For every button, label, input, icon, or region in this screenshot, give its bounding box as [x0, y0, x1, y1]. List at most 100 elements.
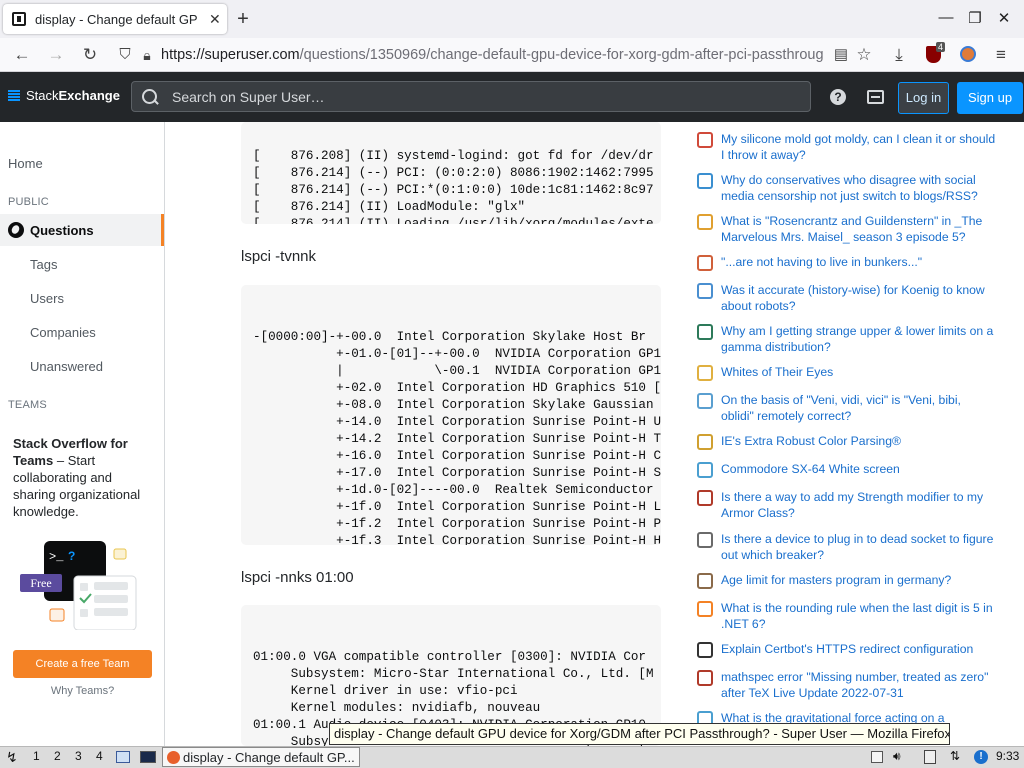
terminal-icon[interactable] — [140, 751, 156, 763]
svg-text:?: ? — [68, 549, 75, 563]
hot-question-item[interactable]: IE's Extra Robust Color Parsing® — [697, 433, 997, 450]
hot-question-link[interactable]: My silicone mold got moldy, can I clean … — [721, 131, 997, 163]
nav-unanswered[interactable]: Unanswered — [30, 359, 103, 374]
hot-question-item[interactable]: Commodore SX-64 White screen — [697, 461, 997, 478]
hot-question-link[interactable]: "...are not having to live in bunkers...… — [721, 254, 922, 270]
rpg-icon — [697, 490, 713, 506]
hot-question-item[interactable]: Whites of Their Eyes — [697, 364, 997, 381]
new-tab-button[interactable]: + — [234, 8, 252, 31]
site-search[interactable] — [131, 81, 811, 112]
window-close-icon[interactable]: ✕ — [995, 9, 1013, 27]
restore-icon[interactable]: ❐ — [966, 9, 984, 27]
back-icon[interactable]: ← — [11, 44, 33, 66]
hot-question-item[interactable]: Why am I getting strange upper & lower l… — [697, 323, 997, 355]
politics-icon — [697, 173, 713, 189]
hot-question-link[interactable]: Explain Certbot's HTTPS redirect configu… — [721, 641, 973, 657]
hot-question-link[interactable]: Whites of Their Eyes — [721, 364, 833, 380]
hot-question-link[interactable]: On the basis of "Veni, vidi, vici" is "V… — [721, 392, 997, 424]
hot-question-item[interactable]: On the basis of "Veni, vidi, vici" is "V… — [697, 392, 997, 424]
scifi-icon — [697, 283, 713, 299]
updates-icon[interactable]: ! — [974, 750, 988, 764]
hot-question-item[interactable]: Was it accurate (history-wise) for Koeni… — [697, 282, 997, 314]
signup-button[interactable]: Sign up — [957, 82, 1023, 114]
tab-active[interactable]: display - Change default GP ✕ — [3, 4, 227, 34]
minimize-icon[interactable]: — — [937, 9, 955, 26]
nav-companies[interactable]: Companies — [30, 325, 96, 340]
tray-window-icon[interactable] — [871, 751, 883, 763]
tex-icon — [697, 670, 713, 686]
free-badge: Free — [20, 574, 62, 592]
network-icon[interactable]: ⇅ — [950, 749, 960, 763]
hot-question-item[interactable]: Is there a device to plug in to dead soc… — [697, 531, 997, 563]
serverfault-icon — [697, 642, 713, 658]
bookmark-star-icon[interactable]: ☆ — [853, 44, 875, 66]
hot-question-link[interactable]: Why do conservatives who disagree with s… — [721, 172, 997, 204]
help-icon[interactable]: ? — [830, 89, 846, 105]
hot-question-item[interactable]: Is there a way to add my Strength modifi… — [697, 489, 997, 521]
hot-question-link[interactable]: Why am I getting strange upper & lower l… — [721, 323, 997, 355]
svg-text:>_: >_ — [49, 550, 64, 564]
hot-question-link[interactable]: Was it accurate (history-wise) for Koeni… — [721, 282, 997, 314]
reader-view-icon[interactable]: ▤ — [830, 44, 852, 66]
menu-icon[interactable]: ≡ — [990, 44, 1012, 66]
hot-question-item[interactable]: What is "Rosencrantz and Guildenstern" i… — [697, 213, 997, 245]
codegolf-icon — [697, 434, 713, 450]
puzzling-icon — [697, 365, 713, 381]
inbox-icon[interactable] — [867, 90, 884, 104]
file-manager-icon[interactable] — [116, 751, 130, 763]
stackexchange-logo-icon — [8, 89, 20, 102]
hot-question-link[interactable]: What is the rounding rule when the last … — [721, 600, 997, 632]
nav-tags[interactable]: Tags — [30, 257, 57, 272]
login-button[interactable]: Log in — [898, 82, 949, 114]
hot-question-item[interactable]: mathspec error "Missing number, treated … — [697, 669, 997, 701]
url-text[interactable]: https://superuser.com/questions/1350969/… — [161, 47, 827, 63]
hot-question-link[interactable]: Age limit for masters program in germany… — [721, 572, 951, 588]
why-teams-link[interactable]: Why Teams? — [13, 685, 152, 697]
movies-icon — [697, 214, 713, 230]
workspace-3[interactable]: 3 — [75, 749, 82, 763]
app-menu-icon[interactable]: ↯ — [6, 749, 18, 766]
create-team-button[interactable]: Create a free Team — [13, 650, 152, 678]
globe-icon — [8, 222, 24, 238]
code-xorg-log: [ 876.208] (II) systemd-logind: got fd f… — [253, 149, 654, 224]
search-input[interactable] — [172, 88, 772, 105]
hot-question-link[interactable]: Is there a device to plug in to dead soc… — [721, 531, 997, 563]
nav-users[interactable]: Users — [30, 291, 64, 306]
workspace-2[interactable]: 2 — [54, 749, 61, 763]
diy-icon — [697, 532, 713, 548]
firefox-icon — [167, 751, 180, 764]
hot-question-item[interactable]: What is the rounding rule when the last … — [697, 600, 997, 632]
stackoverflow-icon — [697, 601, 713, 617]
hot-question-item[interactable]: Explain Certbot's HTTPS redirect configu… — [697, 641, 997, 658]
close-tab-icon[interactable]: ✕ — [209, 11, 221, 28]
hot-question-link[interactable]: Commodore SX-64 White screen — [721, 461, 900, 477]
hot-question-link[interactable]: Is there a way to add my Strength modifi… — [721, 489, 997, 521]
nav-home[interactable]: Home — [8, 156, 43, 171]
taskbar-firefox-item[interactable]: display - Change default GP... — [162, 747, 360, 767]
url-bar[interactable]: https://superuser.com/questions/1350969/… — [110, 41, 884, 69]
clipboard-icon[interactable] — [924, 750, 936, 764]
extension-icon[interactable] — [960, 46, 976, 62]
hot-question-item[interactable]: Why do conservatives who disagree with s… — [697, 172, 997, 204]
nav-questions-label[interactable]: Questions — [30, 223, 94, 238]
reload-icon[interactable]: ↻ — [79, 44, 101, 66]
workspace-1[interactable]: 1 — [33, 749, 40, 763]
latin-icon — [697, 393, 713, 409]
hot-question-item[interactable]: "...are not having to live in bunkers...… — [697, 254, 997, 271]
hot-question-link[interactable]: IE's Extra Robust Color Parsing® — [721, 433, 901, 449]
hot-question-link[interactable]: What is "Rosencrantz and Guildenstern" i… — [721, 213, 997, 245]
ublock-badge: 4 — [936, 42, 946, 52]
nav-heading-public: PUBLIC — [8, 196, 49, 208]
logo-text: Exchange — [58, 88, 120, 103]
hot-question-link[interactable]: mathspec error "Missing number, treated … — [721, 669, 997, 701]
stackexchange-logo[interactable]: Stack Exchange — [8, 88, 120, 103]
volume-icon[interactable]: 🔊︎ — [893, 749, 901, 764]
code-block-lspci-tree: -[0000:00]-+-00.0 Intel Corporation Skyl… — [241, 285, 661, 545]
url-path: /questions/1350969/change-default-gpu-de… — [299, 47, 824, 63]
hot-question-item[interactable]: My silicone mold got moldy, can I clean … — [697, 131, 997, 163]
downloads-icon[interactable]: ⤓ — [888, 44, 910, 66]
forward-icon[interactable]: → — [45, 44, 67, 66]
hot-question-item[interactable]: Age limit for masters program in germany… — [697, 572, 997, 589]
url-host: https://superuser.com — [161, 47, 300, 63]
workspace-4[interactable]: 4 — [96, 749, 103, 763]
